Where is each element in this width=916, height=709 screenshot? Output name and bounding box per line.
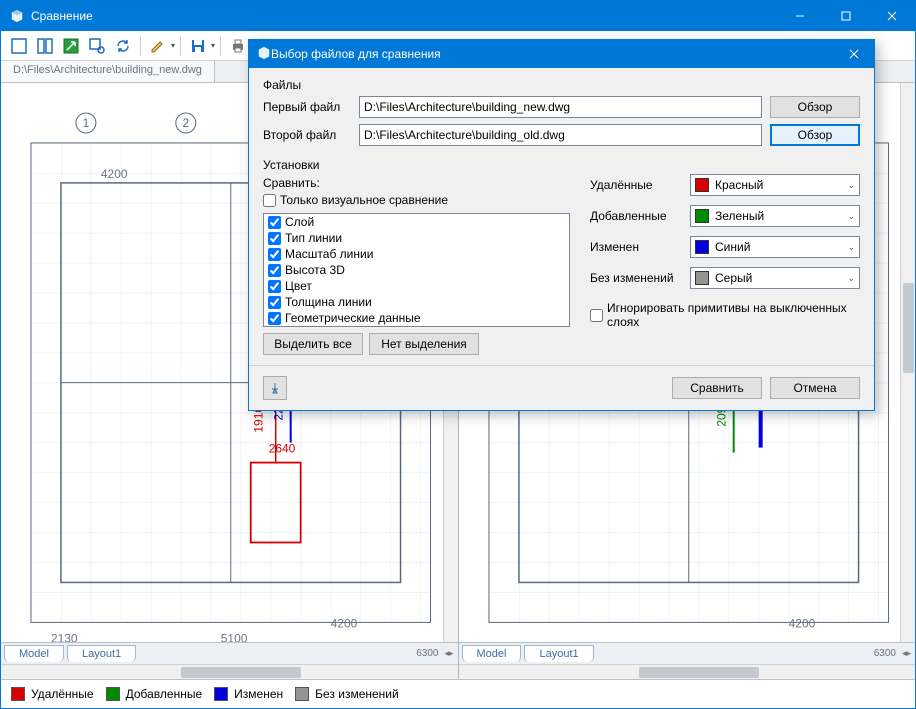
right-sheet-tabs: Model Layout1 6300 ◂▸ (459, 642, 916, 664)
opt-linescale-checkbox[interactable] (268, 248, 281, 261)
files-group-label: Файлы (263, 78, 860, 92)
file1-label: Первый файл (263, 100, 351, 114)
main-titlebar: Сравнение (1, 1, 915, 31)
swatch-modified-icon (214, 687, 228, 701)
color-deleted-select[interactable]: Красный⌄ (690, 174, 860, 196)
main-title: Сравнение (31, 9, 777, 23)
swatch-deleted-icon (11, 687, 25, 701)
compare-button[interactable]: Сравнить (672, 377, 762, 399)
svg-text:4200: 4200 (331, 616, 358, 630)
legend-bar: Удалённые Добавленные Изменен Без измене… (1, 679, 915, 707)
pin-button[interactable] (263, 376, 287, 400)
sheet-tab-model[interactable]: Model (462, 645, 522, 662)
compare-options-listbox[interactable]: Слой Тип линии Масштаб линии Высота 3D Ц… (263, 213, 570, 327)
color-modified-select[interactable]: Синий⌄ (690, 236, 860, 258)
maximize-button[interactable] (823, 1, 869, 31)
chevron-down-icon: ⌄ (847, 211, 855, 222)
swatch-unchanged-icon (295, 687, 309, 701)
opt-geometry-checkbox[interactable] (268, 312, 281, 325)
dialog-icon (257, 46, 271, 63)
main-window: Сравнение ▾ ▾ ▾ D:\Files\Architectur (0, 0, 916, 709)
svg-text:2: 2 (182, 116, 189, 130)
dialog-titlebar[interactable]: Выбор файлов для сравнения (249, 40, 874, 68)
sheet-tab-layout1[interactable]: Layout1 (67, 645, 136, 662)
right-hscrollbar[interactable] (459, 664, 916, 679)
color-unchanged-label: Без изменений (590, 271, 690, 285)
svg-text:4200: 4200 (101, 167, 128, 181)
opt-height3d-checkbox[interactable] (268, 264, 281, 277)
color-added-select[interactable]: Зеленый⌄ (690, 205, 860, 227)
refresh-button[interactable] (111, 34, 135, 58)
color-unchanged-select[interactable]: Серый⌄ (690, 267, 860, 289)
ignore-off-layers-checkbox[interactable] (590, 309, 603, 322)
dialog-title: Выбор файлов для сравнения (271, 47, 834, 61)
file1-input[interactable] (359, 96, 762, 118)
left-sheet-tabs: Model Layout1 6300 ◂▸ (1, 642, 458, 664)
minimize-button[interactable] (777, 1, 823, 31)
tab-scroll-icon[interactable]: ◂▸ (444, 648, 453, 659)
visual-only-checkbox[interactable] (263, 194, 276, 207)
edit-dropdown[interactable]: ▾ (146, 34, 175, 58)
single-view-button[interactable] (7, 34, 31, 58)
app-icon (9, 8, 25, 24)
svg-text:4200: 4200 (788, 616, 815, 630)
left-hscrollbar[interactable] (1, 664, 458, 679)
svg-text:2640: 2640 (269, 442, 296, 456)
file2-input[interactable] (359, 124, 762, 146)
sheet-tab-layout1[interactable]: Layout1 (524, 645, 593, 662)
legend-unchanged: Без изменений (295, 687, 399, 701)
file1-browse-button[interactable]: Обзор (770, 96, 860, 118)
swatch-added-icon (106, 687, 120, 701)
settings-group-label: Установки (263, 158, 570, 172)
color-added-label: Добавленные (590, 209, 690, 223)
tab-scroll-icon[interactable]: ◂▸ (902, 648, 911, 659)
legend-added: Добавленные (106, 687, 203, 701)
cancel-button[interactable]: Отмена (770, 377, 860, 399)
zoom-window-button[interactable] (85, 34, 109, 58)
zoom-extents-button[interactable] (59, 34, 83, 58)
dialog-close-button[interactable] (834, 40, 874, 68)
chevron-down-icon: ⌄ (847, 242, 855, 253)
color-deleted-label: Удалённые (590, 178, 690, 192)
opt-layer-checkbox[interactable] (268, 216, 281, 229)
file-path-tab[interactable]: D:\Files\Architecture\building_new.dwg (1, 61, 215, 82)
select-none-button[interactable]: Нет выделения (369, 333, 479, 355)
opt-linetype-checkbox[interactable] (268, 232, 281, 245)
close-button[interactable] (869, 1, 915, 31)
opt-lineweight-checkbox[interactable] (268, 296, 281, 309)
sheet-tab-model[interactable]: Model (4, 645, 64, 662)
svg-text:1: 1 (83, 116, 90, 130)
split-view-button[interactable] (33, 34, 57, 58)
save-dropdown[interactable]: ▾ (186, 34, 215, 58)
chevron-down-icon: ⌄ (847, 180, 855, 191)
select-all-button[interactable]: Выделить все (263, 333, 363, 355)
file-select-dialog: Выбор файлов для сравнения Файлы Первый … (248, 39, 875, 411)
compare-label: Сравнить: (263, 176, 570, 190)
legend-deleted: Удалённые (11, 687, 94, 701)
pin-icon (268, 381, 282, 395)
chevron-down-icon: ⌄ (847, 273, 855, 284)
file2-label: Второй файл (263, 128, 351, 142)
file2-browse-button[interactable]: Обзор (770, 124, 860, 146)
opt-color-checkbox[interactable] (268, 280, 281, 293)
color-modified-label: Изменен (590, 240, 690, 254)
right-vscrollbar[interactable] (900, 83, 915, 664)
legend-modified: Изменен (214, 687, 283, 701)
